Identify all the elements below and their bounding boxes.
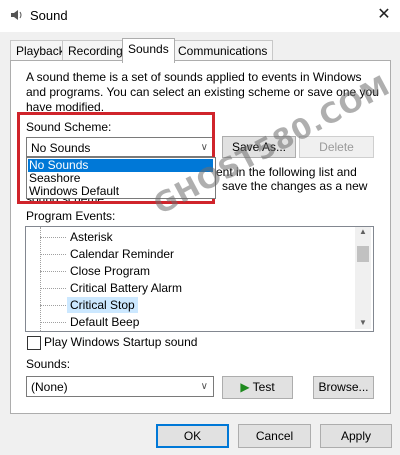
ok-button[interactable]: OK — [156, 424, 229, 448]
tab-sounds[interactable]: Sounds — [122, 38, 175, 63]
tree-branch — [40, 322, 66, 323]
sounds-combo[interactable]: (None) ∨ — [26, 376, 214, 397]
scroll-down-icon[interactable]: ▼ — [355, 318, 371, 327]
chevron-down-icon: ∨ — [200, 381, 208, 392]
cancel-button[interactable]: Cancel — [238, 424, 311, 448]
startup-sound-checkbox[interactable] — [27, 336, 41, 350]
browse-button[interactable]: Browse... — [313, 376, 374, 399]
list-item[interactable]: Calendar Reminder — [70, 246, 174, 262]
list-scrollbar[interactable]: ▲ — [355, 227, 371, 329]
list-item[interactable]: Close Program — [70, 263, 150, 279]
sounds-combo-value: (None) — [31, 380, 68, 394]
tree-line — [40, 227, 41, 331]
scrollbar-thumb[interactable] — [357, 246, 369, 262]
program-events-list[interactable]: Asterisk Calendar Reminder Close Program… — [25, 226, 374, 332]
tree-branch — [40, 237, 66, 238]
scroll-up-icon[interactable]: ▲ — [355, 227, 371, 236]
tree-branch — [40, 271, 66, 272]
list-item[interactable]: Default Beep — [70, 314, 139, 330]
desc-line-2: save the changes as a new — [222, 179, 368, 193]
tab-communications[interactable]: Communications — [172, 40, 274, 61]
speaker-icon — [10, 9, 24, 21]
tree-branch — [40, 288, 66, 289]
list-item[interactable]: Asterisk — [70, 229, 113, 245]
close-icon[interactable]: ✕ — [372, 4, 396, 26]
tab-recording[interactable]: Recording — [62, 40, 129, 61]
list-item[interactable]: Critical Battery Alarm — [70, 280, 182, 296]
tree-branch — [40, 305, 66, 306]
tree-branch — [40, 254, 66, 255]
test-button-label: Test — [252, 380, 275, 394]
play-icon: ▶ — [240, 380, 250, 394]
list-item-selected[interactable]: Critical Stop — [67, 297, 138, 313]
apply-button[interactable]: Apply — [320, 424, 392, 448]
window-title: Sound — [30, 8, 68, 23]
test-button[interactable]: ▶ Test — [222, 376, 293, 399]
sounds-label: Sounds: — [26, 357, 71, 371]
startup-sound-label: Play Windows Startup sound — [44, 335, 198, 349]
program-events-label: Program Events: — [26, 209, 116, 223]
intro-line-1: A sound theme is a set of sounds applied… — [26, 70, 362, 84]
